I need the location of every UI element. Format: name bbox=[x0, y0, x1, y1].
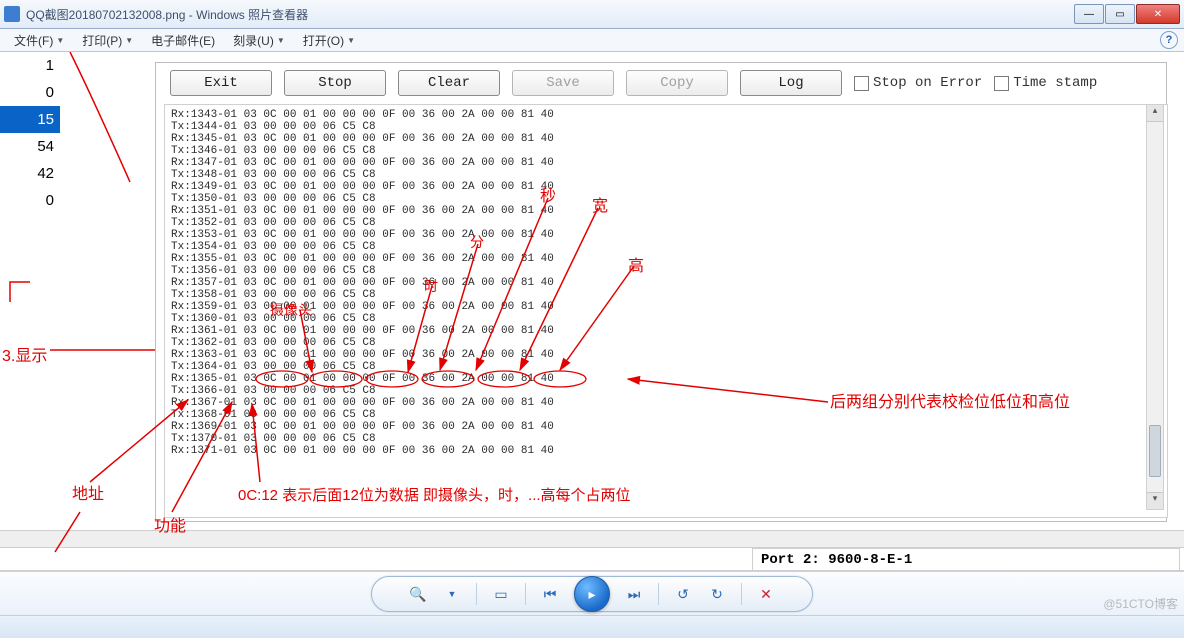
scroll-down-icon[interactable]: ▾ bbox=[1147, 492, 1163, 509]
menu-email[interactable]: 电子邮件(E) bbox=[143, 30, 223, 51]
left-cell-selected[interactable]: 15 bbox=[0, 106, 60, 133]
actual-size-icon[interactable]: ▭ bbox=[491, 584, 511, 604]
save-button[interactable]: Save bbox=[512, 70, 614, 96]
play-button[interactable]: ▸ bbox=[574, 576, 610, 612]
checkbox-icon bbox=[854, 76, 869, 91]
titlebar: QQ截图20180702132008.png - Windows 照片查看器 —… bbox=[0, 0, 1184, 29]
log-button[interactable]: Log bbox=[740, 70, 842, 96]
window-controls: — ▭ ✕ bbox=[1073, 4, 1180, 24]
exit-button[interactable]: Exit bbox=[170, 70, 272, 96]
maximize-button[interactable]: ▭ bbox=[1105, 4, 1135, 24]
viewer-tool-frame: 🔍 ▼ ▭ ⏮ ▸ ⏭ ↺ ↻ ✕ bbox=[371, 576, 813, 612]
dropdown-icon[interactable]: ▼ bbox=[442, 584, 462, 604]
close-button[interactable]: ✕ bbox=[1136, 4, 1180, 24]
serial-toolbar: Exit Stop Clear Save Copy Log Stop on Er… bbox=[170, 70, 1097, 96]
delete-icon[interactable]: ✕ bbox=[756, 584, 776, 604]
timestamp-checkbox[interactable]: Time stamp bbox=[994, 75, 1097, 91]
app-icon bbox=[4, 6, 20, 22]
menu-file[interactable]: 文件(F)▼ bbox=[6, 30, 72, 51]
clear-button[interactable]: Clear bbox=[398, 70, 500, 96]
checkbox-label: Stop on Error bbox=[873, 75, 982, 91]
serial-log[interactable]: Rx:1343-01 03 0C 00 01 00 00 00 0F 00 36… bbox=[164, 104, 1168, 518]
scroll-up-icon[interactable]: ▴ bbox=[1147, 105, 1163, 122]
menu-open[interactable]: 打开(O)▼ bbox=[295, 30, 363, 51]
next-icon[interactable]: ⏭ bbox=[624, 584, 644, 604]
prev-icon[interactable]: ⏮ bbox=[540, 584, 560, 604]
stop-button[interactable]: Stop bbox=[284, 70, 386, 96]
chevron-down-icon: ▼ bbox=[277, 36, 285, 45]
scroll-thumb[interactable] bbox=[1149, 425, 1161, 477]
rotate-cw-icon[interactable]: ↻ bbox=[707, 584, 727, 604]
rotate-ccw-icon[interactable]: ↺ bbox=[673, 584, 693, 604]
left-cell: 1 bbox=[0, 52, 60, 79]
chevron-down-icon: ▼ bbox=[347, 36, 355, 45]
os-taskbar bbox=[0, 615, 1184, 638]
stop-on-error-checkbox[interactable]: Stop on Error bbox=[854, 75, 982, 91]
left-cell: 42 bbox=[0, 160, 60, 187]
copy-button[interactable]: Copy bbox=[626, 70, 728, 96]
window-title: QQ截图20180702132008.png - Windows 照片查看器 bbox=[26, 6, 1073, 23]
help-icon[interactable]: ? bbox=[1160, 31, 1178, 49]
left-column: 1 0 15 54 42 0 bbox=[0, 52, 60, 214]
menubar: 文件(F)▼ 打印(P)▼ 电子邮件(E) 刻录(U)▼ 打开(O)▼ ? bbox=[0, 29, 1184, 52]
menu-burn[interactable]: 刻录(U)▼ bbox=[225, 30, 293, 51]
left-cell: 0 bbox=[0, 79, 60, 106]
minimize-button[interactable]: — bbox=[1074, 4, 1104, 24]
menu-print[interactable]: 打印(P)▼ bbox=[74, 30, 141, 51]
zoom-icon[interactable]: 🔍 bbox=[408, 584, 428, 604]
left-cell: 0 bbox=[0, 187, 60, 214]
anno-display: 3.显示 bbox=[2, 342, 47, 366]
log-scrollbar[interactable]: ▴ ▾ bbox=[1146, 104, 1164, 510]
anno-addr: 地址 bbox=[72, 480, 104, 504]
left-cell: 54 bbox=[0, 133, 60, 160]
watermark: @51CTO博客 bbox=[1103, 595, 1178, 612]
checkbox-label: Time stamp bbox=[1013, 75, 1097, 91]
chevron-down-icon: ▼ bbox=[125, 36, 133, 45]
checkbox-icon bbox=[994, 76, 1009, 91]
chevron-down-icon: ▼ bbox=[56, 36, 64, 45]
port-status: Port 2: 9600-8-E-1 bbox=[752, 548, 1180, 572]
content-area: 1 0 15 54 42 0 Exit Stop Clear Save Copy… bbox=[0, 52, 1184, 592]
viewer-toolbar: 🔍 ▼ ▭ ⏮ ▸ ⏭ ↺ ↻ ✕ bbox=[0, 571, 1184, 616]
